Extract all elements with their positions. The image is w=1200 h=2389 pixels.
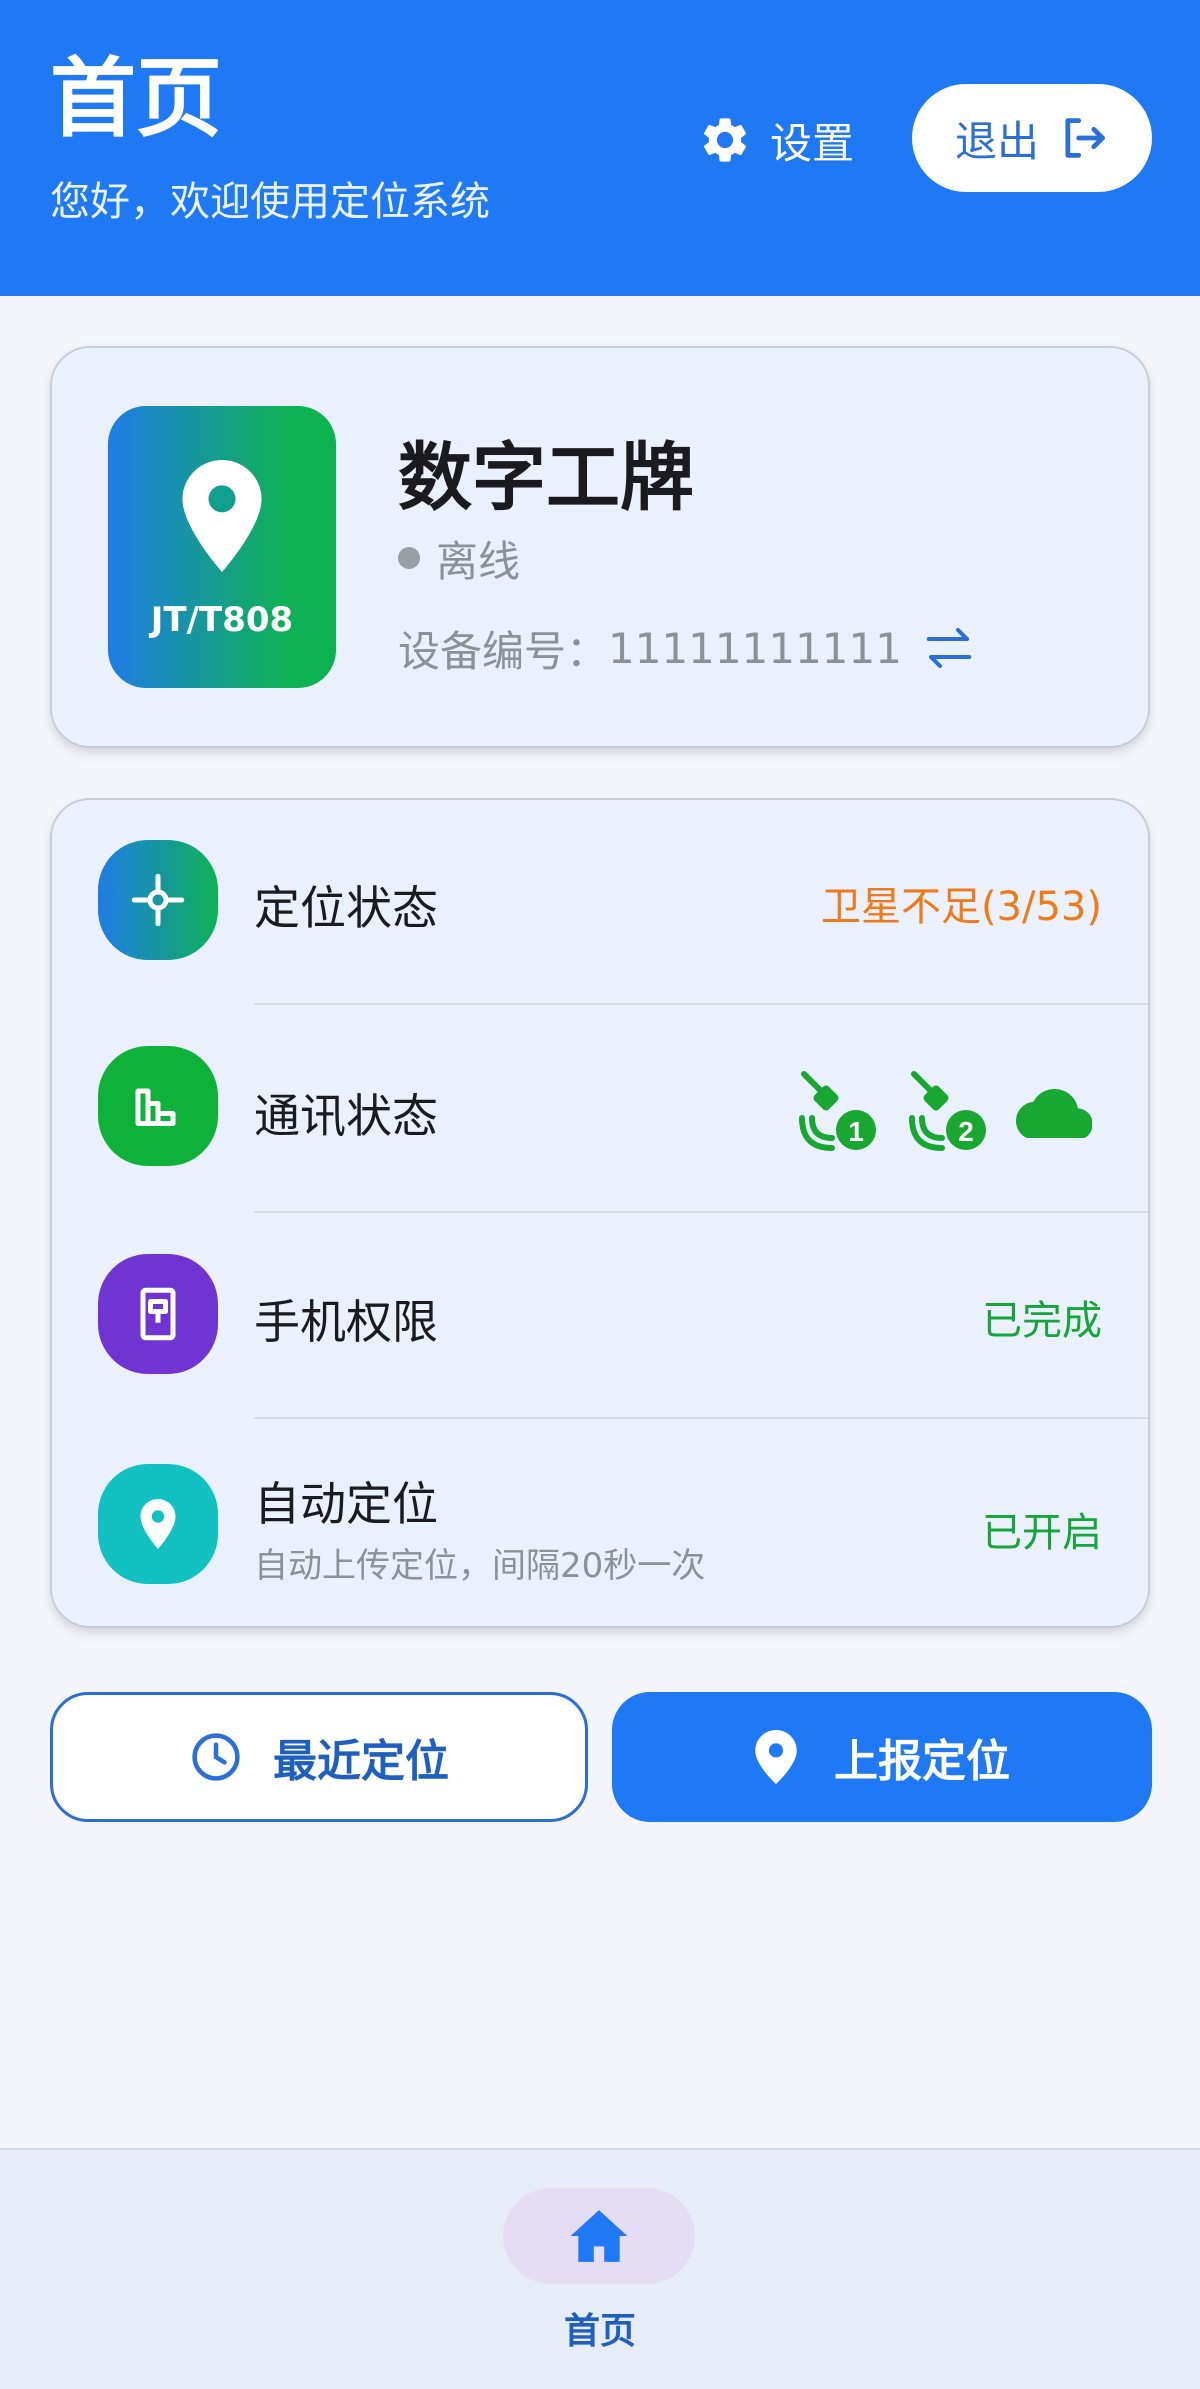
network-1-icon: 1 xyxy=(799,1071,876,1151)
map-pin-icon xyxy=(182,460,262,572)
phone-permission-value: 已完成 xyxy=(982,1298,1102,1344)
auto-positioning-value: 已开启 xyxy=(982,1510,1102,1556)
clock-icon xyxy=(192,1733,240,1781)
settings-button[interactable]: 设置 xyxy=(698,108,854,172)
network-1-badge: 1 xyxy=(848,1116,864,1147)
bar-chart-icon xyxy=(98,1046,218,1166)
crosshair-icon xyxy=(98,840,218,960)
phone-permission-label: 手机权限 xyxy=(254,1295,438,1349)
device-card: JT/T808 数字工牌 离线 设备编号： 11111111111 xyxy=(50,346,1150,748)
nav-home-tab[interactable] xyxy=(503,2188,695,2284)
nav-home-label[interactable]: 首页 xyxy=(0,2302,1200,2354)
phone-permission-row[interactable]: 手机权限 已完成 xyxy=(52,1214,1148,1419)
home-icon xyxy=(570,2210,628,2262)
positioning-status-label: 定位状态 xyxy=(254,881,438,935)
device-protocol-label: JT/T808 xyxy=(150,600,294,640)
cloud-icon xyxy=(1016,1089,1092,1138)
logout-icon xyxy=(1065,118,1105,158)
auto-positioning-sublabel: 自动上传定位，间隔20秒一次 xyxy=(254,1546,706,1586)
location-pin-icon xyxy=(755,1730,797,1784)
report-location-button[interactable]: 上报定位 xyxy=(612,1692,1152,1822)
recent-locations-label: 最近定位 xyxy=(273,1736,449,1787)
page-title: 首页 xyxy=(50,49,222,149)
communication-status-label: 通讯状态 xyxy=(254,1089,438,1143)
settings-label: 设置 xyxy=(770,118,855,168)
welcome-subtitle: 您好，欢迎使用定位系统 xyxy=(50,179,490,225)
row-divider xyxy=(254,1211,1148,1213)
device-status: 离线 xyxy=(398,528,520,588)
offline-dot-icon xyxy=(398,547,420,569)
status-card: 定位状态 卫星不足(3/53) 通讯状态 1 2 手机权限 已完成 自动定位 自… xyxy=(50,798,1150,1628)
device-name: 数字工牌 xyxy=(398,435,694,521)
device-number-row: 设备编号： 11111111111 xyxy=(398,618,976,678)
logout-button[interactable]: 退出 xyxy=(912,84,1152,192)
device-logo: JT/T808 xyxy=(108,406,336,688)
bottom-navigation: 首页 xyxy=(0,2148,1200,2389)
row-divider xyxy=(254,1003,1148,1005)
communication-indicators: 1 2 xyxy=(796,1070,1092,1154)
device-number-value: 11111111111 xyxy=(608,623,902,673)
phone-permission-icon xyxy=(98,1254,218,1374)
app-header: 首页 您好，欢迎使用定位系统 设置 退出 xyxy=(0,0,1200,296)
auto-positioning-label: 自动定位 xyxy=(254,1477,438,1531)
network-2-icon: 2 xyxy=(909,1071,986,1151)
logout-label: 退出 xyxy=(954,116,1039,166)
network-2-badge: 2 xyxy=(958,1116,974,1147)
row-divider xyxy=(254,1417,1148,1419)
positioning-status-row[interactable]: 定位状态 卫星不足(3/53) xyxy=(52,800,1148,1005)
auto-positioning-row[interactable]: 自动定位 自动上传定位，间隔20秒一次 已开启 xyxy=(52,1420,1148,1628)
recent-locations-button[interactable]: 最近定位 xyxy=(50,1692,588,1822)
report-location-label: 上报定位 xyxy=(834,1736,1010,1787)
device-status-text: 离线 xyxy=(436,536,521,586)
gear-icon xyxy=(703,118,747,162)
swap-device-icon[interactable] xyxy=(922,621,976,675)
positioning-status-value: 卫星不足(3/53) xyxy=(820,884,1102,930)
location-pin-icon xyxy=(98,1464,218,1584)
device-number-label: 设备编号： xyxy=(398,626,609,676)
communication-status-row[interactable]: 通讯状态 1 2 xyxy=(52,1006,1148,1213)
